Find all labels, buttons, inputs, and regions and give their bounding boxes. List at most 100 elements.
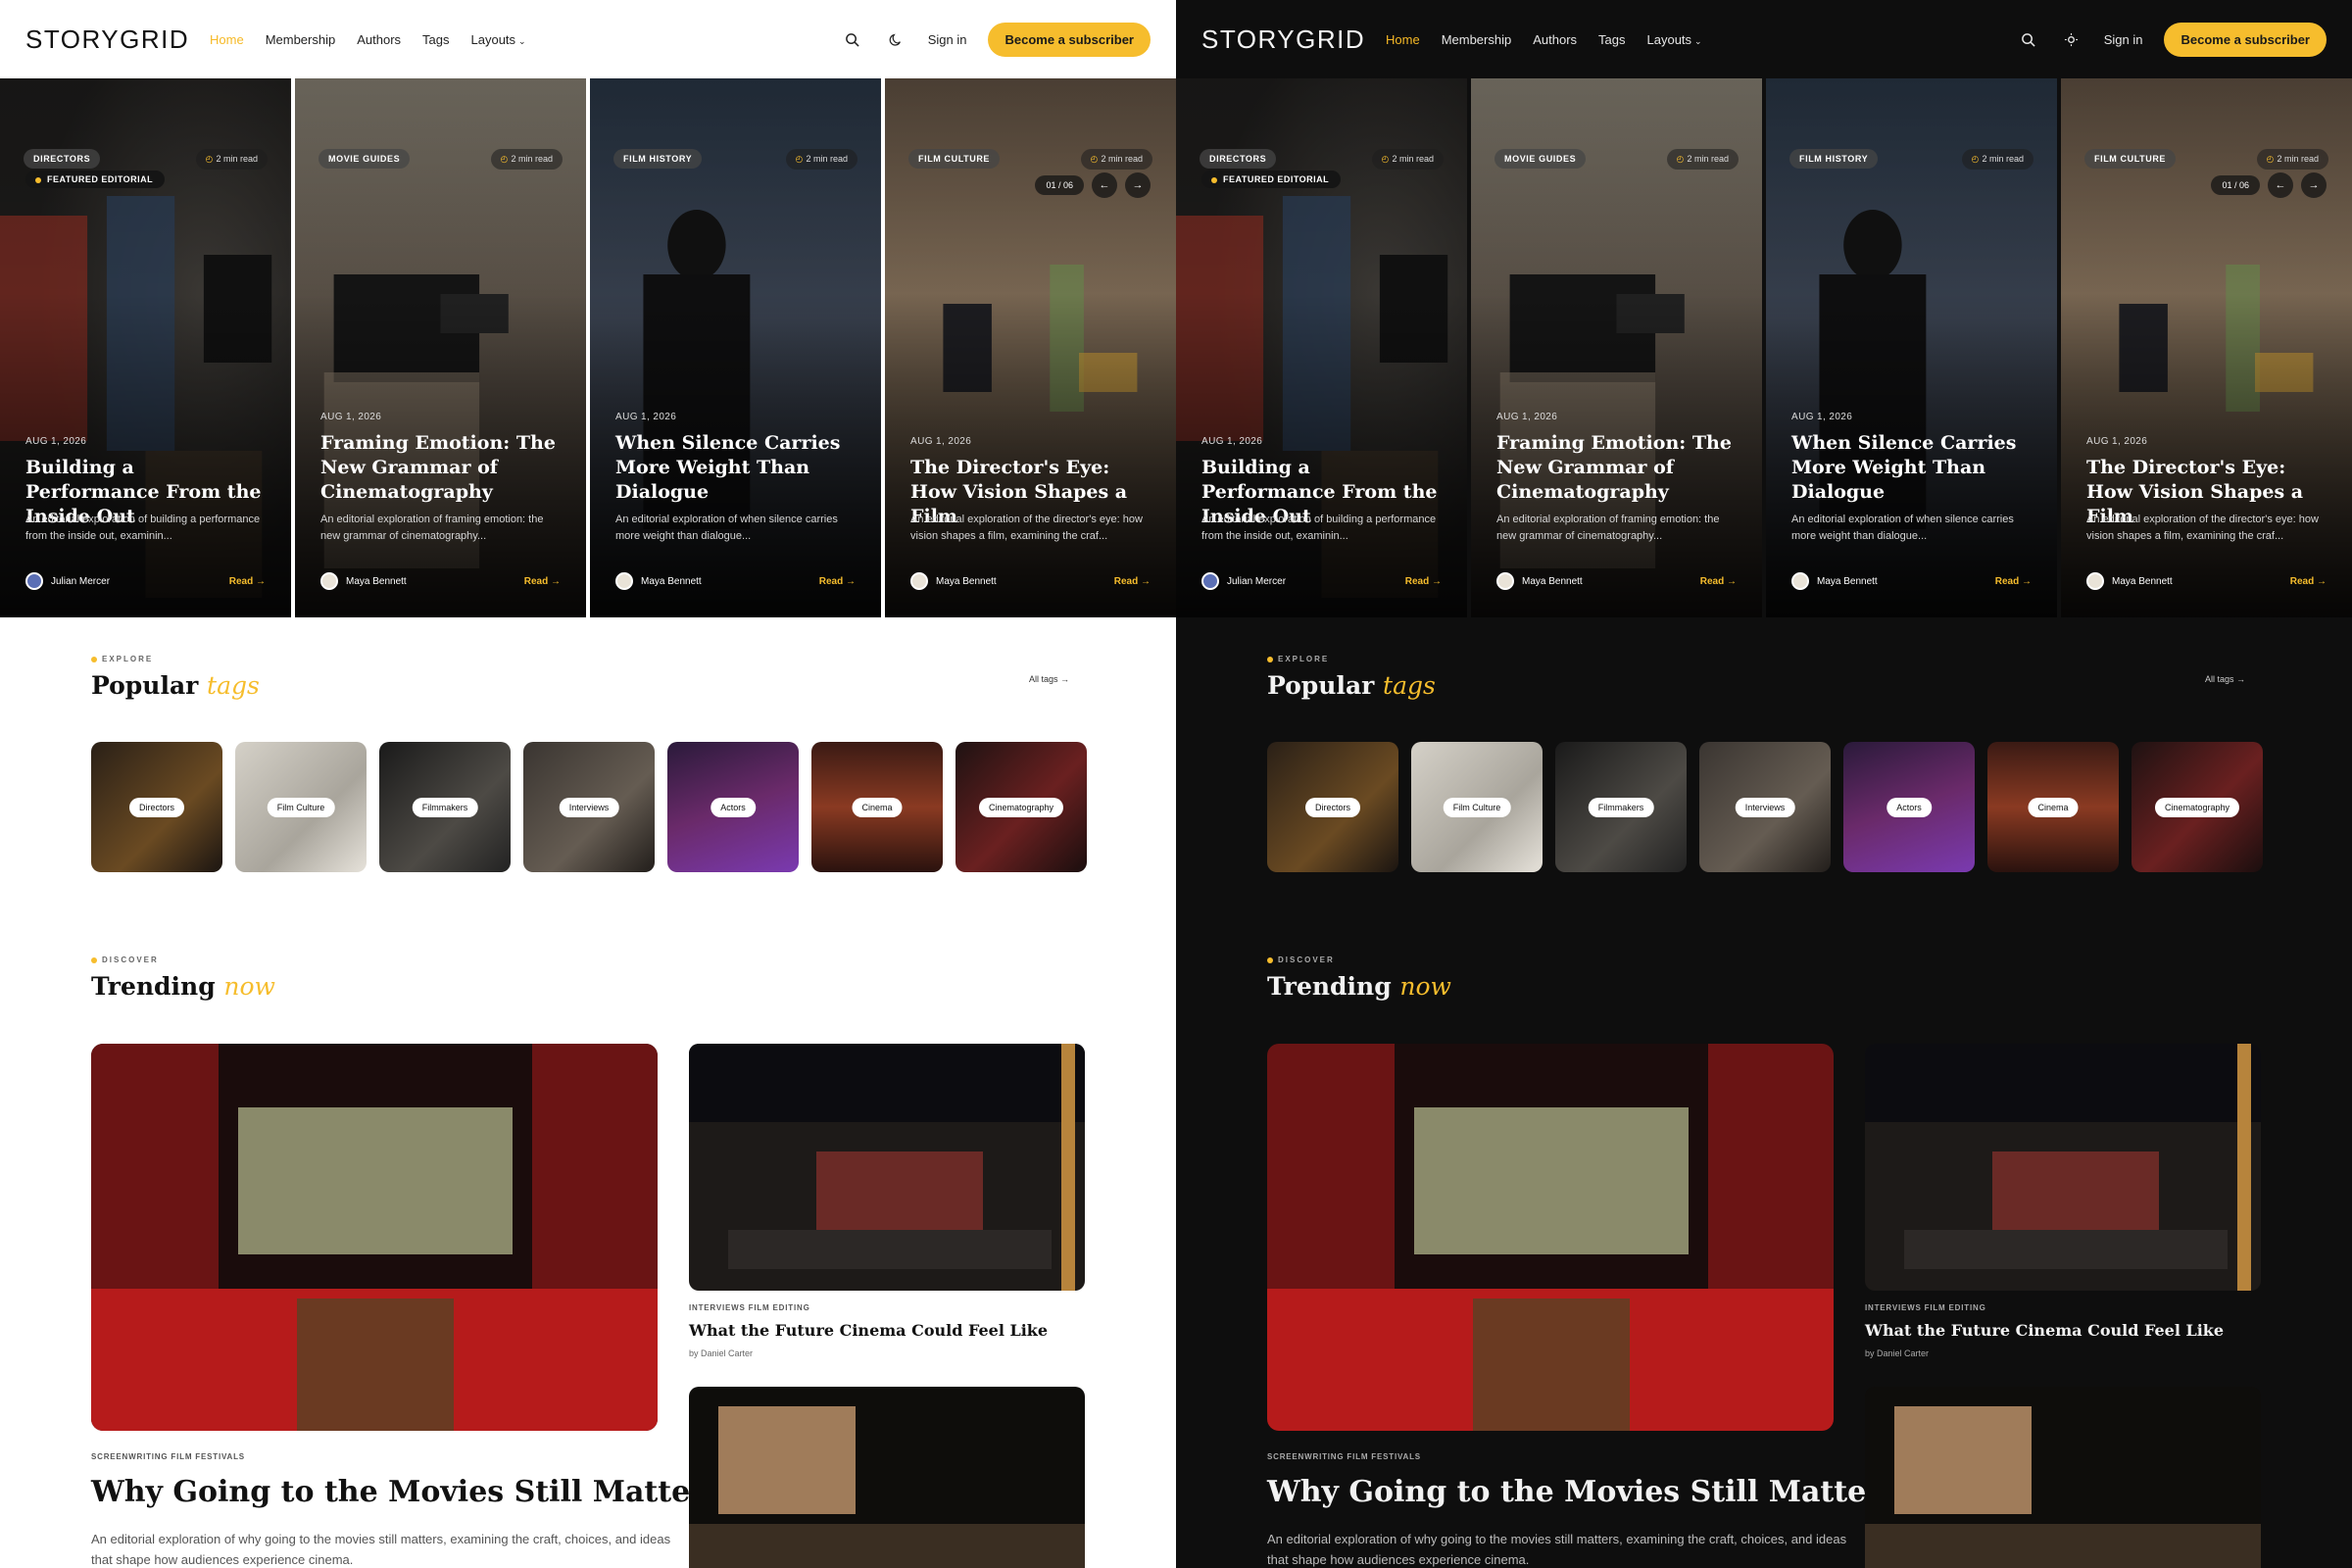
signin-link[interactable]: Sign in	[928, 32, 967, 47]
category-pill[interactable]: MOVIE GUIDES	[318, 149, 411, 169]
tag-card-interviews[interactable]: Interviews	[523, 742, 655, 872]
hero-card[interactable]: FILM HISTORY ◴ 2 min read AUG 1, 2026 Whe…	[590, 78, 881, 617]
read-link[interactable]: Read →	[229, 576, 266, 587]
category-pill[interactable]: FILM HISTORY	[613, 149, 703, 169]
nav-authors[interactable]: Authors	[357, 32, 401, 47]
tag-card-cinema[interactable]: Cinema	[811, 742, 943, 872]
read-time: ◴ 2 min read	[2256, 149, 2328, 170]
clock-icon: ◴	[1381, 154, 1390, 164]
nav-authors[interactable]: Authors	[1533, 32, 1577, 47]
tag-card-film-culture[interactable]: Film Culture	[1411, 742, 1543, 872]
card-title[interactable]: Framing Emotion: The New Grammar of Cine…	[1496, 431, 1740, 505]
feature-title[interactable]: Why Going to the Movies Still Matters	[1267, 1475, 1898, 1509]
trending-feature-image[interactable]	[1267, 1044, 1834, 1431]
featured-label: FEATURED EDITORIAL	[1223, 174, 1330, 184]
arrow-right-icon[interactable]: →	[1125, 172, 1151, 198]
card-title[interactable]: Framing Emotion: The New Grammar of Cine…	[320, 431, 564, 505]
site-logo[interactable]: STORYGRID	[25, 24, 202, 55]
arrow-right-icon[interactable]: →	[2301, 172, 2327, 198]
category-pill[interactable]: DIRECTORS	[1200, 149, 1277, 169]
card-title[interactable]: What the Future Cinema Could Feel Like	[1865, 1321, 2224, 1340]
nav-membership[interactable]: Membership	[1442, 32, 1512, 47]
all-tags-link[interactable]: All tags →	[2205, 674, 2245, 684]
search-icon[interactable]	[842, 28, 863, 50]
section-kicker: DISCOVER	[1267, 956, 2261, 964]
arrow-left-icon[interactable]: ←	[1092, 172, 1117, 198]
read-link[interactable]: Read →	[1995, 576, 2032, 587]
light-theme-panel: STORYGRID Home Membership Authors Tags L…	[0, 0, 1176, 1568]
become-subscriber-button[interactable]: Become a subscriber	[2164, 22, 2327, 57]
tag-card-actors[interactable]: Actors	[667, 742, 799, 872]
category-pill[interactable]: FILM CULTURE	[2084, 149, 2177, 169]
all-tags-label: All tags	[2204, 674, 2234, 684]
nav-home[interactable]: Home	[210, 32, 244, 47]
feature-tags[interactable]: SCREENWRITING FILM FESTIVALS	[91, 1452, 245, 1461]
nav-tags[interactable]: Tags	[422, 32, 449, 47]
tag-card-interviews[interactable]: Interviews	[1699, 742, 1831, 872]
hero-card[interactable]: DIRECTORS ◴ 2 min read AUG 1, 2026 Buildi…	[1176, 78, 1467, 617]
author-name[interactable]: Maya Bennett	[1817, 576, 1878, 587]
author-name[interactable]: Maya Bennett	[641, 576, 702, 587]
read-link[interactable]: Read →	[819, 576, 856, 587]
hero-card[interactable]: 01 / 06 ← → FILM CULTURE ◴ 2 min read AUG…	[885, 78, 1176, 617]
tag-card-cinematography[interactable]: Cinematography	[2132, 742, 2263, 872]
trending-card-image[interactable]	[1865, 1044, 2261, 1291]
category-pill[interactable]: FILM CULTURE	[908, 149, 1001, 169]
read-link[interactable]: Read →	[524, 576, 561, 587]
search-icon[interactable]	[2018, 28, 2039, 50]
tag-card-cinema[interactable]: Cinema	[1987, 742, 2119, 872]
kicker-label: EXPLORE	[1278, 655, 1330, 663]
nav-layouts[interactable]: Layouts ⌄	[1647, 32, 1702, 47]
author-name[interactable]: Julian Mercer	[1227, 576, 1286, 587]
tag-card-actors[interactable]: Actors	[1843, 742, 1975, 872]
read-link[interactable]: Read →	[1405, 576, 1442, 587]
moon-icon[interactable]	[885, 28, 906, 50]
site-logo[interactable]: STORYGRID	[1201, 24, 1378, 55]
card-tags[interactable]: INTERVIEWS FILM EDITING	[689, 1303, 810, 1312]
trending-feature-image[interactable]	[91, 1044, 658, 1431]
nav-tags[interactable]: Tags	[1598, 32, 1625, 47]
author-name[interactable]: Julian Mercer	[51, 576, 110, 587]
card-title[interactable]: What the Future Cinema Could Feel Like	[689, 1321, 1048, 1340]
nav-membership[interactable]: Membership	[266, 32, 336, 47]
feature-tags[interactable]: SCREENWRITING FILM FESTIVALS	[1267, 1452, 1421, 1461]
card-tags[interactable]: INTERVIEWS FILM EDITING	[1865, 1303, 1986, 1312]
card-author[interactable]: by Daniel Carter	[1865, 1348, 1929, 1358]
trending-card-image[interactable]	[1865, 1387, 2261, 1568]
tag-card-filmmakers[interactable]: Filmmakers	[1555, 742, 1687, 872]
sun-icon[interactable]	[2061, 28, 2082, 50]
read-link[interactable]: Read →	[1700, 576, 1737, 587]
become-subscriber-button[interactable]: Become a subscriber	[988, 22, 1151, 57]
nav-layouts[interactable]: Layouts ⌄	[471, 32, 526, 47]
author-name[interactable]: Maya Bennett	[1522, 576, 1583, 587]
arrow-left-icon[interactable]: ←	[2268, 172, 2293, 198]
card-author[interactable]: by Daniel Carter	[689, 1348, 753, 1358]
tag-card-filmmakers[interactable]: Filmmakers	[379, 742, 511, 872]
hero-card[interactable]: MOVIE GUIDES ◴ 2 min read AUG 1, 2026 Fra…	[295, 78, 586, 617]
card-title[interactable]: When Silence Carries More Weight Than Di…	[1791, 431, 2035, 505]
hero-card[interactable]: 01 / 06 ← → FILM CULTURE ◴ 2 min read AUG…	[2061, 78, 2352, 617]
read-link[interactable]: Read →	[1114, 576, 1151, 587]
hero-card[interactable]: MOVIE GUIDES ◴ 2 min read AUG 1, 2026 Fra…	[1471, 78, 1762, 617]
tag-card-film-culture[interactable]: Film Culture	[235, 742, 367, 872]
category-pill[interactable]: FILM HISTORY	[1789, 149, 1879, 169]
nav-home[interactable]: Home	[1386, 32, 1420, 47]
tag-card-directors[interactable]: Directors	[1267, 742, 1398, 872]
feature-title[interactable]: Why Going to the Movies Still Matters	[91, 1475, 722, 1509]
hero-carousel: FEATURED EDITORIAL DIRECTORS ◴ 2 min read…	[0, 78, 1176, 617]
author-name[interactable]: Maya Bennett	[936, 576, 997, 587]
category-pill[interactable]: DIRECTORS	[24, 149, 101, 169]
read-link[interactable]: Read →	[2290, 576, 2327, 587]
author-name[interactable]: Maya Bennett	[346, 576, 407, 587]
tag-card-cinematography[interactable]: Cinematography	[956, 742, 1087, 872]
author-name[interactable]: Maya Bennett	[2112, 576, 2173, 587]
card-title[interactable]: When Silence Carries More Weight Than Di…	[615, 431, 859, 505]
tag-card-directors[interactable]: Directors	[91, 742, 222, 872]
trending-card-image[interactable]	[689, 1387, 1085, 1568]
category-pill[interactable]: MOVIE GUIDES	[1494, 149, 1587, 169]
hero-card[interactable]: FILM HISTORY ◴ 2 min read AUG 1, 2026 Whe…	[1766, 78, 2057, 617]
all-tags-link[interactable]: All tags →	[1029, 674, 1069, 684]
hero-card[interactable]: DIRECTORS ◴ 2 min read AUG 1, 2026 Buildi…	[0, 78, 291, 617]
signin-link[interactable]: Sign in	[2104, 32, 2143, 47]
trending-card-image[interactable]	[689, 1044, 1085, 1291]
